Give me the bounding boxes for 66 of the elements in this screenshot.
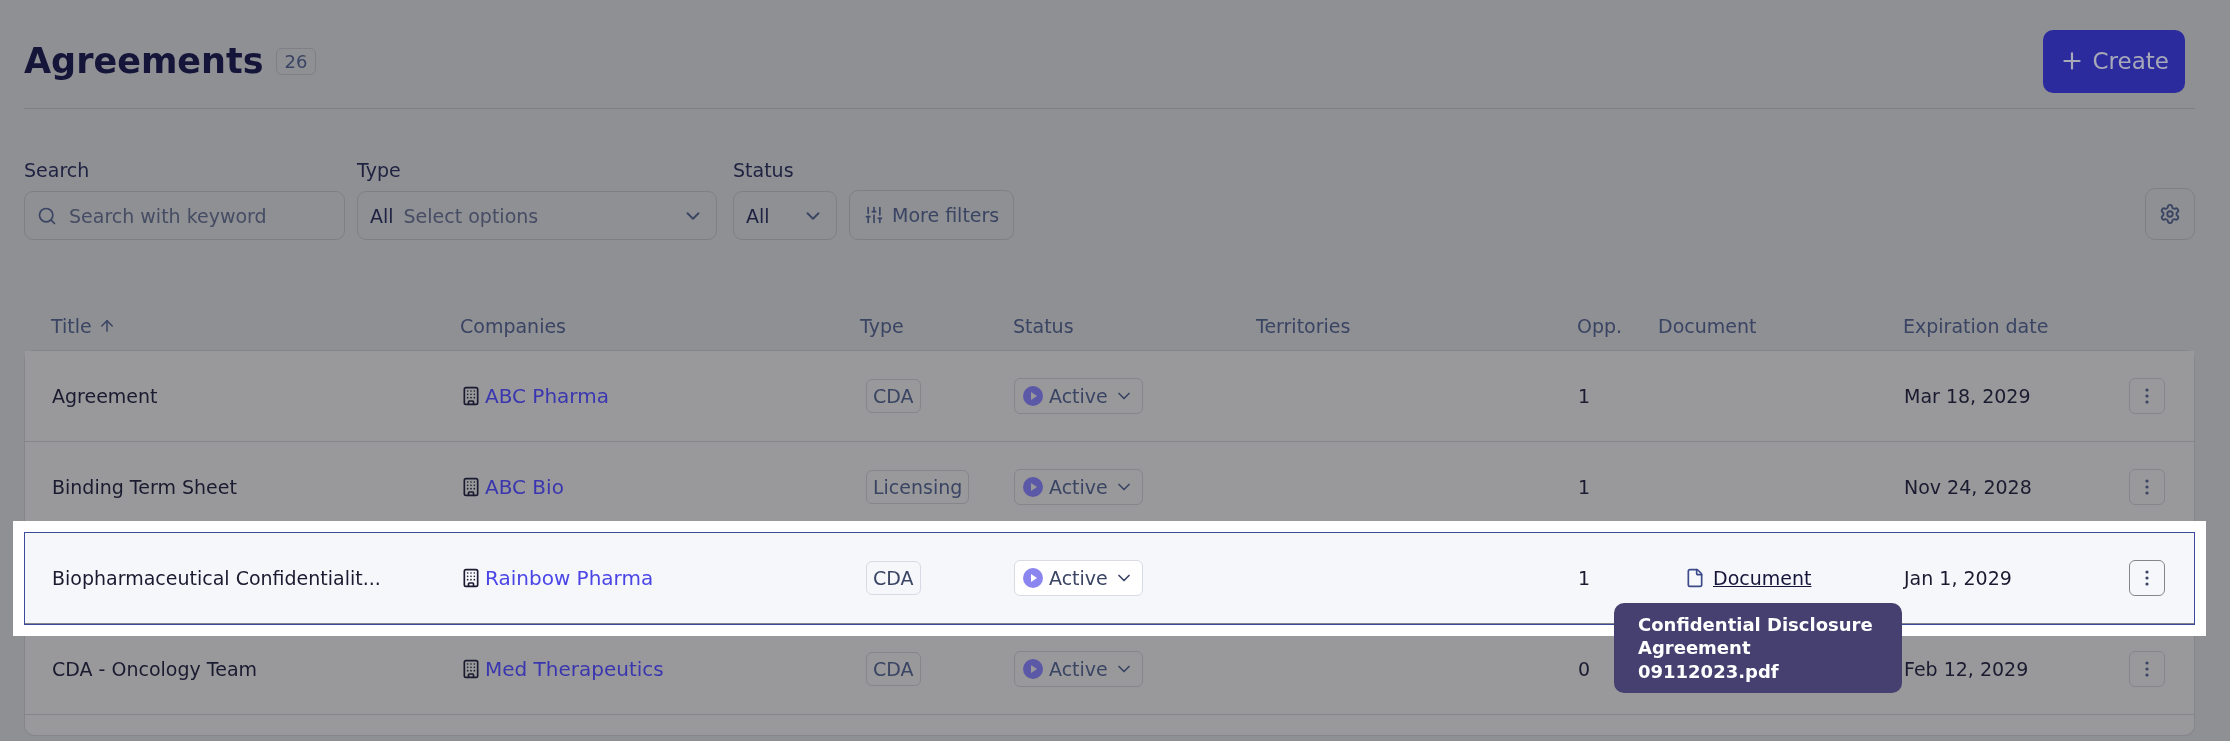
- title-cell-text: Binding Term Sheet: [52, 476, 238, 498]
- opp-cell-text: 1: [1578, 567, 1592, 589]
- file-icon: [1685, 568, 1705, 588]
- expiration-cell-text: Mar 18, 2029: [1904, 385, 2032, 407]
- type-tag: Licensing: [866, 470, 970, 504]
- type-label: Type: [357, 159, 402, 181]
- search-label: Search: [24, 159, 91, 181]
- kebab-icon: [2145, 661, 2149, 677]
- type-tag: CDA: [866, 561, 921, 595]
- column-header[interactable]: Territories: [1256, 315, 1577, 337]
- page-title: Agreements: [24, 41, 264, 81]
- building-icon: [461, 477, 481, 497]
- type-select[interactable]: All Select options: [357, 191, 717, 240]
- company-link[interactable]: Med Therapeutics: [461, 657, 861, 681]
- play-icon: [1023, 386, 1043, 406]
- settings-icon: [2159, 203, 2181, 225]
- column-header[interactable]: Opp.: [1577, 315, 1658, 337]
- kebab-icon: [2145, 570, 2149, 586]
- play-icon: [1023, 568, 1043, 588]
- search-field[interactable]: Search with keyword: [24, 191, 345, 240]
- company-link[interactable]: Rainbow Pharma: [461, 566, 861, 590]
- building-icon: [461, 568, 481, 588]
- play-icon: [1023, 659, 1043, 679]
- expiration-cell-text: Feb 12, 2029: [1904, 658, 2030, 680]
- play-icon: [1023, 477, 1043, 497]
- status-dropdown[interactable]: Active: [1014, 651, 1143, 687]
- search-input[interactable]: Search with keyword: [67, 203, 332, 228]
- company-link[interactable]: ABC Pharma: [461, 384, 861, 408]
- building-icon: [461, 386, 481, 406]
- title-cell-text: CDA - Oncology Team: [52, 658, 259, 680]
- settings-button[interactable]: [2145, 188, 2195, 240]
- column-header[interactable]: Type: [860, 315, 1013, 337]
- opp-cell-text: 1: [1578, 385, 1592, 407]
- kebab-icon: [2145, 479, 2149, 495]
- column-header[interactable]: Title: [51, 315, 460, 337]
- sliders-icon: [864, 205, 884, 225]
- expiration-cell-text: Nov 24, 2028: [1904, 476, 2033, 498]
- more-options-button[interactable]: [2129, 469, 2165, 505]
- company-link[interactable]: ABC Bio: [461, 475, 861, 499]
- more-options-button[interactable]: [2129, 651, 2165, 687]
- search-icon: [37, 205, 57, 226]
- tooltip: Confidential Disclosure Agreement 09112023.pdf: [1614, 603, 1902, 694]
- kebab-icon: [2145, 388, 2149, 404]
- table-row[interactable]: Agreement ABC Pharma CDA Active 1 Mar 18, 2029: [25, 351, 2194, 442]
- title-cell-text: Biopharmaceutical Confidentialit...: [52, 567, 382, 589]
- column-header[interactable]: Document: [1658, 315, 1903, 337]
- column-header[interactable]: Status: [1013, 315, 1256, 337]
- count-badge: 26: [275, 47, 317, 75]
- building-icon: [461, 659, 481, 679]
- status-label: Status: [733, 159, 795, 181]
- title-cell-text: Agreement: [52, 385, 159, 407]
- more-filters-button[interactable]: More filters: [849, 190, 1015, 240]
- column-header[interactable]: Expiration date: [1903, 315, 2128, 337]
- column-header[interactable]: Companies: [460, 315, 860, 337]
- document-link[interactable]: Document: [1713, 567, 1812, 589]
- type-tag: CDA: [866, 652, 921, 686]
- status-dropdown[interactable]: Active: [1014, 560, 1143, 596]
- create-button[interactable]: Create: [2042, 29, 2185, 93]
- more-options-button[interactable]: [2129, 378, 2165, 414]
- opp-cell-text: 1: [1578, 476, 1592, 498]
- type-tag: CDA: [866, 379, 921, 413]
- expiration-cell-text: Jan 1, 2029: [1904, 567, 2013, 589]
- status-dropdown[interactable]: Active: [1014, 378, 1143, 414]
- more-options-button[interactable]: [2129, 560, 2165, 596]
- status-select[interactable]: All: [733, 191, 837, 240]
- status-dropdown[interactable]: Active: [1014, 469, 1143, 505]
